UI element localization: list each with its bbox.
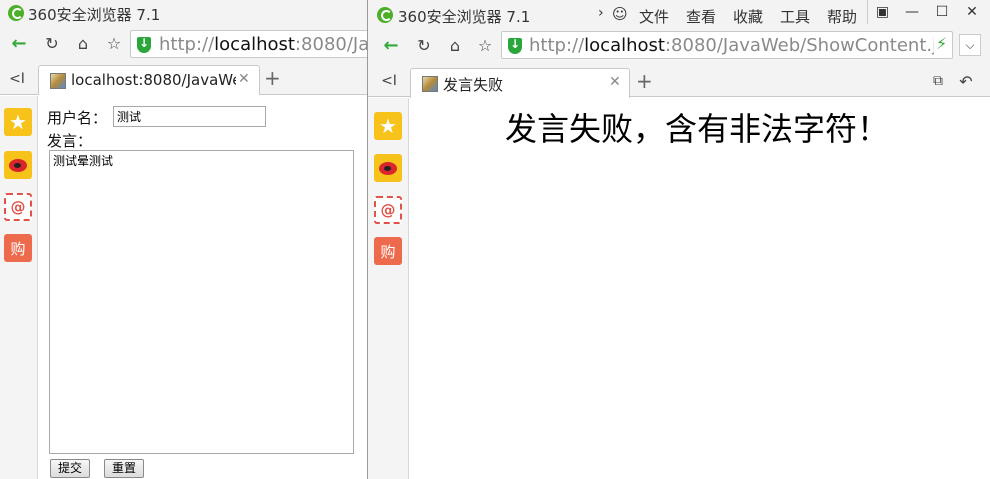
right-tab-bar: <I 发言失败 ✕ + ⧉ ↶ [368, 62, 990, 98]
left-title-bar: 360安全浏览器 7.1 [0, 0, 368, 28]
username-label: 用户名： [47, 109, 108, 127]
menu-view[interactable]: 查看 [686, 6, 716, 27]
home-icon[interactable]: ⌂ [444, 34, 466, 56]
speech-label: 发言： [47, 132, 93, 150]
chevron-right-icon[interactable]: › [598, 5, 604, 21]
new-tab-icon[interactable]: + [264, 66, 281, 90]
user-icon[interactable]: ☺ [612, 5, 628, 23]
menu-tools[interactable]: 工具 [780, 6, 810, 27]
right-sidebar: ★ @ 购 [368, 98, 409, 479]
new-tab-icon[interactable]: + [636, 69, 653, 93]
username-input[interactable]: 测试 [113, 106, 266, 127]
url-text: http://localhost:8080/Jav [159, 34, 368, 55]
360-logo-icon [8, 5, 24, 21]
window-title: 360安全浏览器 7.1 [398, 8, 531, 26]
page-favicon-icon [422, 76, 438, 92]
left-nav-bar: ← ↻ ⌂ ☆ http://localhost:8080/Jav [0, 28, 368, 60]
mail-icon[interactable]: @ [4, 193, 32, 221]
weibo-icon[interactable] [4, 151, 32, 179]
chevron-down-icon[interactable]: ⌵ [959, 34, 981, 56]
right-title-bar: 360安全浏览器 7.1 › ☺ 文件 查看 收藏 工具 帮助 ▣ — ☐ ✕ [368, 0, 990, 28]
star-icon[interactable]: ☆ [103, 32, 125, 54]
refresh-icon[interactable]: ↻ [41, 32, 63, 54]
security-shield-icon [137, 36, 151, 53]
menu-favorites[interactable]: 收藏 [733, 6, 763, 27]
left-browser-window: 360安全浏览器 7.1 ← ↻ ⌂ ☆ http://localhost:80… [0, 0, 368, 479]
weibo-icon[interactable] [374, 154, 402, 182]
back-arrow-icon[interactable]: ← [8, 32, 30, 54]
left-sidebar: ★ @ 购 [0, 96, 38, 479]
maximize-icon[interactable]: ☐ [927, 0, 957, 24]
close-icon[interactable]: ✕ [957, 0, 987, 24]
right-browser-window: 360安全浏览器 7.1 › ☺ 文件 查看 收藏 工具 帮助 ▣ — ☐ ✕ … [367, 0, 990, 479]
favorites-star-icon[interactable]: ★ [374, 112, 402, 140]
shopping-icon[interactable]: 购 [374, 237, 402, 265]
tab-speech-failed[interactable]: 发言失败 ✕ [410, 68, 630, 98]
favorites-star-icon[interactable]: ★ [4, 108, 32, 136]
submit-button[interactable]: 提交 [50, 459, 90, 478]
star-icon[interactable]: ☆ [474, 34, 496, 56]
address-bar[interactable]: http://localhost:8080/JavaWeb/ShowConten… [501, 31, 953, 59]
right-nav-bar: ← ↻ ⌂ ☆ http://localhost:8080/JavaWeb/Sh… [368, 28, 990, 62]
security-shield-icon [508, 37, 522, 54]
restore-tabs-icon[interactable]: ⧉ [927, 70, 949, 92]
address-bar[interactable]: http://localhost:8080/Jav [130, 30, 368, 58]
tab-close-icon[interactable]: ✕ [609, 74, 621, 90]
skin-shirt-icon[interactable]: ▣ [867, 0, 897, 24]
shopping-icon[interactable]: 购 [4, 234, 32, 262]
error-message-heading: 发言失败，含有非法字符！ [505, 110, 890, 148]
window-title: 360安全浏览器 7.1 [28, 6, 161, 24]
left-tab-bar: <I localhost:8080/JavaWe ✕ + [0, 60, 368, 95]
page-favicon-icon [50, 73, 66, 89]
reset-button[interactable]: 重置 [104, 459, 144, 478]
lightning-icon[interactable]: ⚡ [936, 34, 947, 53]
menu-file[interactable]: 文件 [639, 6, 669, 27]
tab-close-icon[interactable]: ✕ [238, 71, 250, 87]
tab-localhost[interactable]: localhost:8080/JavaWe ✕ [38, 65, 260, 95]
tab-title: 发言失败 [443, 76, 504, 94]
menu-help[interactable]: 帮助 [827, 6, 857, 27]
sidebar-toggle-icon[interactable]: <I [6, 68, 28, 90]
speech-textarea[interactable]: 测试晕测试 [49, 150, 354, 454]
mail-icon[interactable]: @ [374, 196, 402, 224]
sidebar-toggle-icon[interactable]: <I [378, 70, 400, 92]
url-text: http://localhost:8080/JavaWeb/ShowConten… [529, 35, 934, 56]
refresh-icon[interactable]: ↻ [413, 34, 435, 56]
minimize-icon[interactable]: — [897, 0, 927, 24]
home-icon[interactable]: ⌂ [72, 32, 94, 54]
back-arrow-icon[interactable]: ← [380, 34, 402, 56]
undo-close-icon[interactable]: ↶ [955, 70, 977, 92]
tab-title: localhost:8080/JavaWe [71, 71, 236, 89]
360-logo-icon [377, 7, 393, 23]
